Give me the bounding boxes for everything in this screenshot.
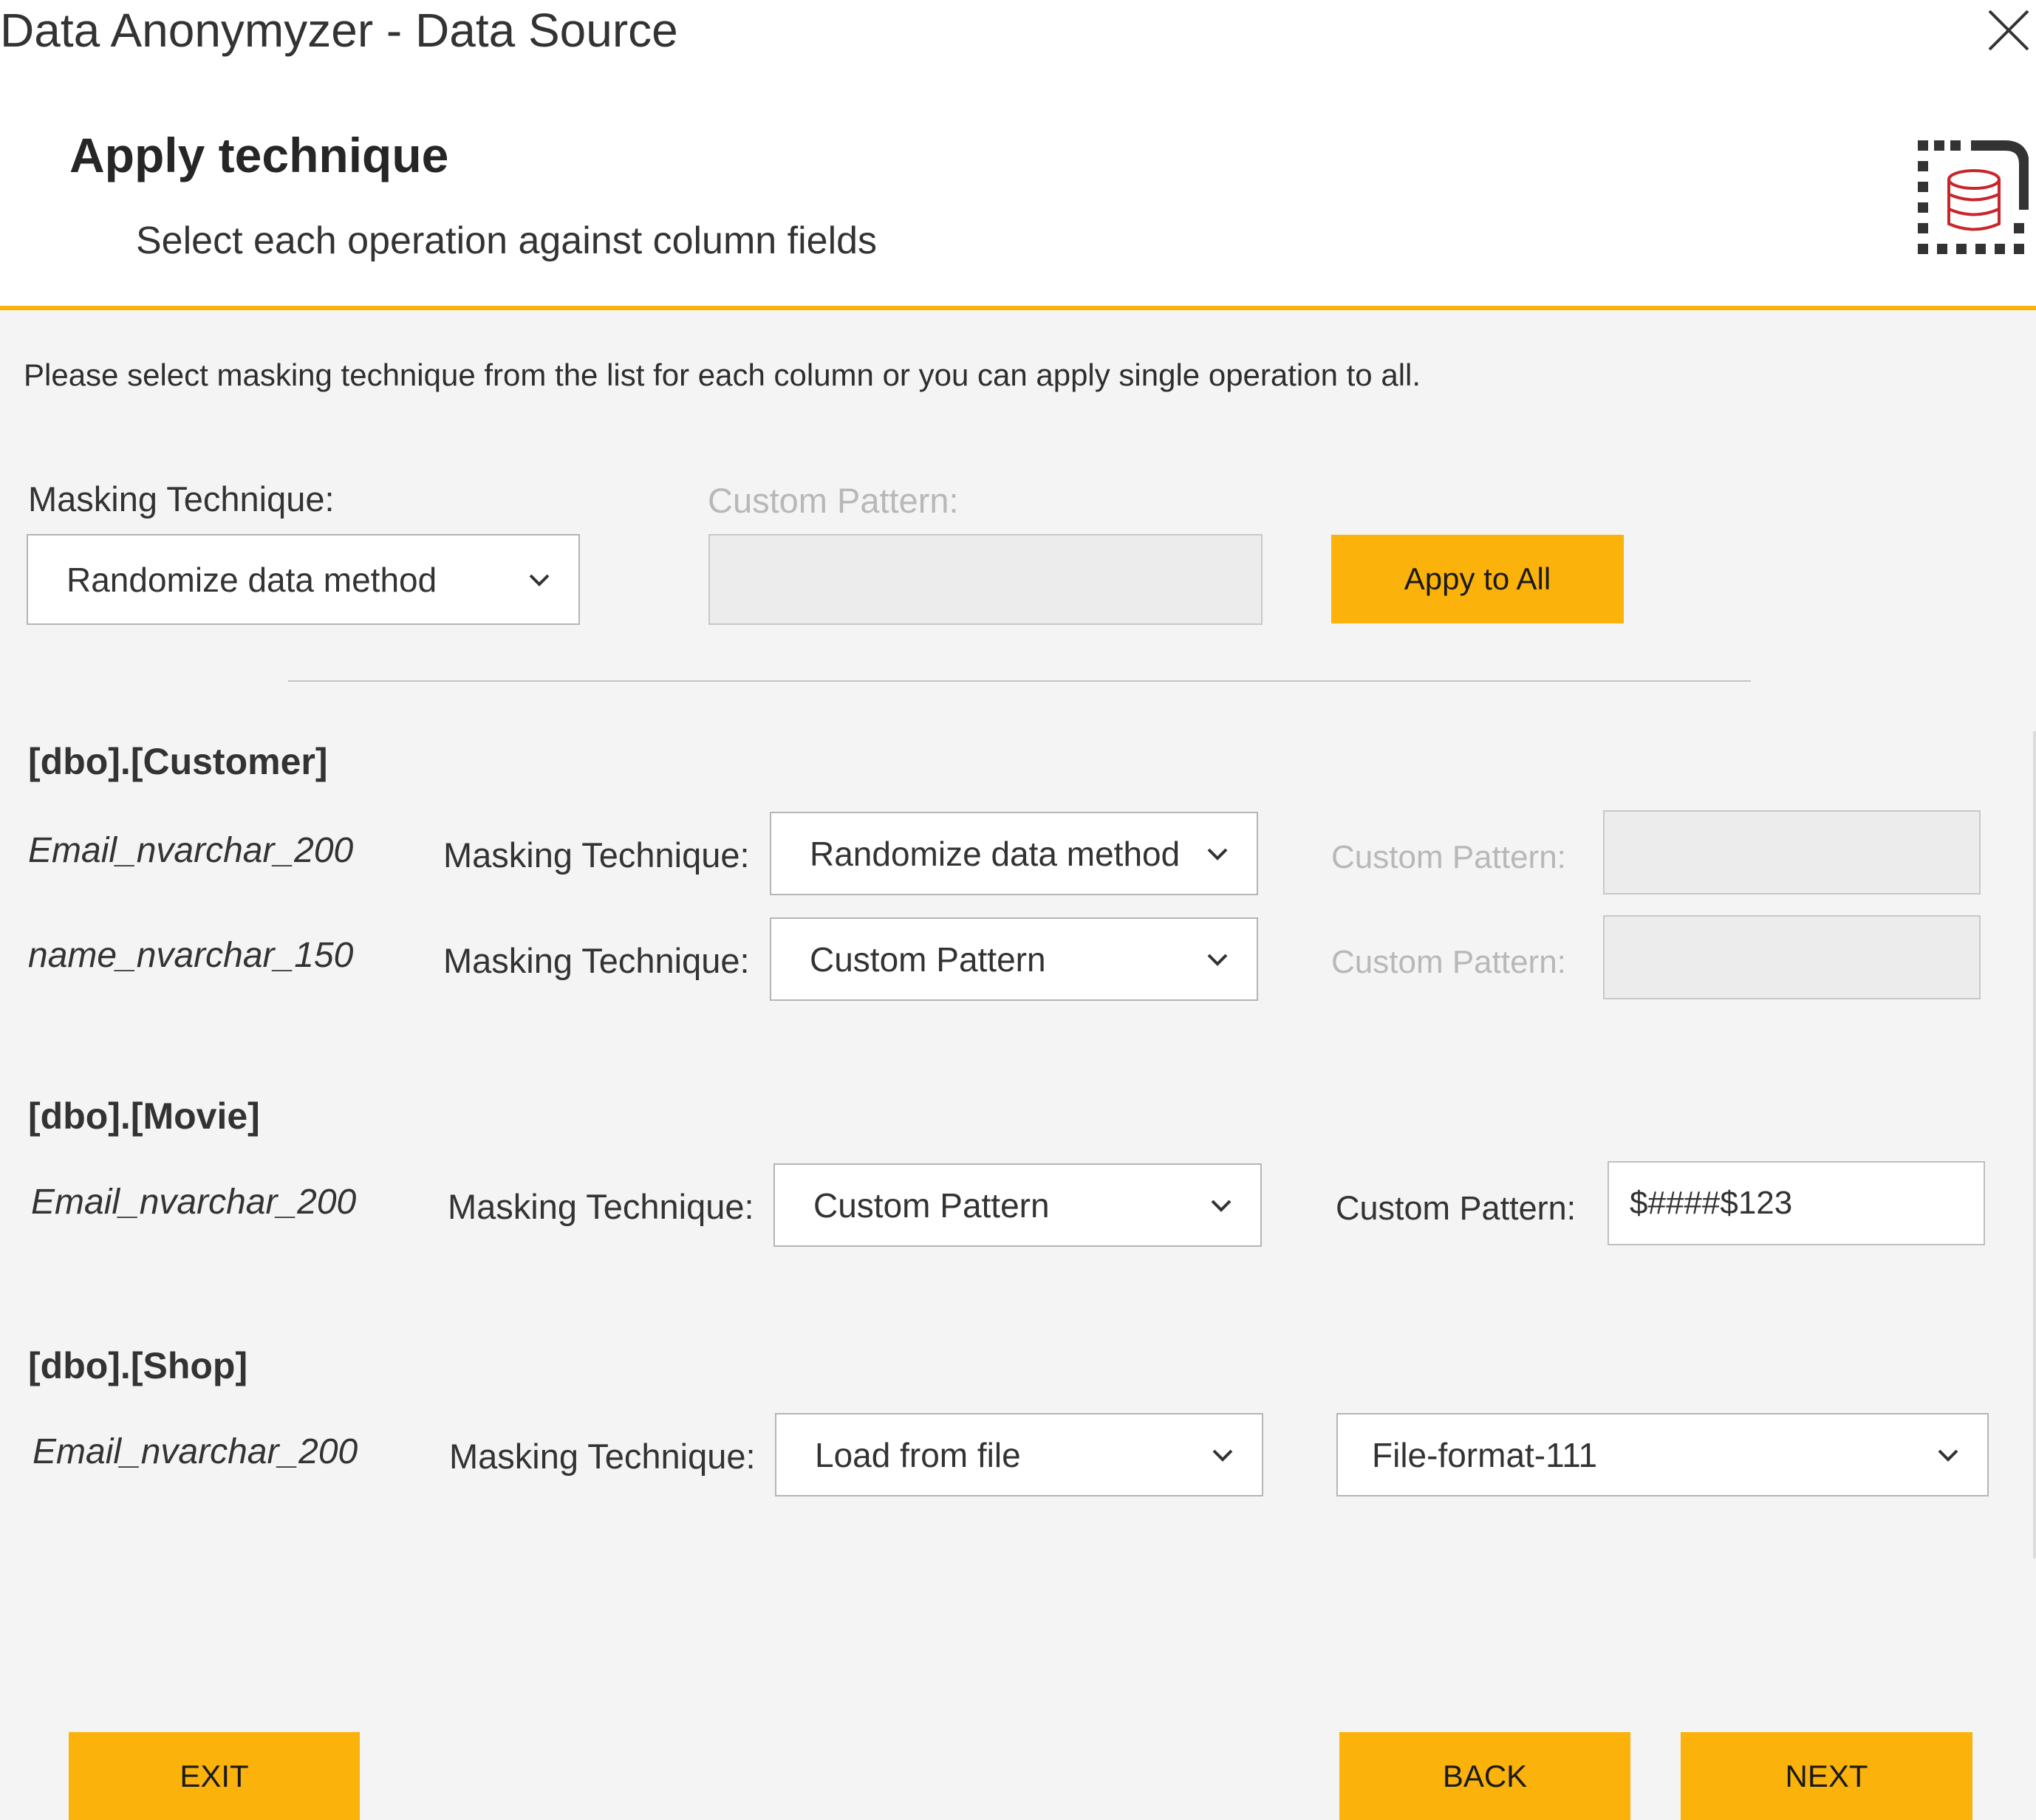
- shop-email-file-value: File-format-111: [1372, 1435, 1598, 1474]
- column-name: name_nvarchar_150: [28, 936, 354, 975]
- apply-to-all-button[interactable]: Appy to All: [1331, 535, 1624, 623]
- movie-email-technique-value: Custom Pattern: [813, 1186, 1050, 1225]
- customer-name-technique-value: Custom Pattern: [810, 940, 1046, 979]
- global-pattern-label: Custom Pattern:: [708, 481, 959, 520]
- global-pattern-input[interactable]: [708, 534, 1263, 625]
- table-name-shop: [dbo].[Shop]: [28, 1345, 248, 1386]
- shop-email-technique-value: Load from file: [815, 1435, 1021, 1474]
- chevron-down-icon: [529, 574, 550, 586]
- table-name-movie: [dbo].[Movie]: [28, 1095, 260, 1137]
- back-button[interactable]: BACK: [1339, 1732, 1630, 1820]
- chevron-down-icon: [1211, 1200, 1231, 1212]
- row-pattern-label: Custom Pattern:: [1331, 839, 1566, 875]
- chevron-down-icon: [1938, 1449, 1958, 1462]
- column-name: Email_nvarchar_200: [28, 831, 354, 870]
- row-technique-label: Masking Technique:: [449, 1437, 756, 1476]
- row-technique-label: Masking Technique:: [443, 941, 750, 980]
- exit-button[interactable]: EXIT: [69, 1732, 360, 1820]
- shop-email-technique-select[interactable]: Load from file: [775, 1413, 1263, 1496]
- row-technique-label: Masking Technique:: [448, 1187, 754, 1226]
- customer-email-technique-select[interactable]: Randomize data method: [770, 812, 1258, 895]
- chevron-down-icon: [1207, 954, 1228, 966]
- row-pattern-label: Custom Pattern:: [1331, 944, 1566, 980]
- customer-name-pattern-input[interactable]: [1603, 915, 1981, 999]
- global-technique-select[interactable]: Randomize data method: [27, 534, 580, 625]
- column-name: Email_nvarchar_200: [31, 1183, 357, 1222]
- customer-name-technique-select[interactable]: Custom Pattern: [770, 917, 1258, 1001]
- movie-email-technique-select[interactable]: Custom Pattern: [773, 1163, 1262, 1247]
- global-technique-value: Randomize data method: [66, 560, 437, 599]
- scrollbar-edge: [2033, 731, 2036, 1559]
- row-pattern-label: Custom Pattern:: [1336, 1189, 1576, 1227]
- close-icon[interactable]: [1987, 9, 2030, 52]
- movie-email-pattern-input[interactable]: $####$123: [1608, 1161, 1985, 1245]
- chevron-down-icon: [1207, 848, 1228, 861]
- customer-email-technique-value: Randomize data method: [810, 834, 1181, 873]
- page-subtitle: Select each operation against column fie…: [136, 219, 878, 262]
- row-technique-label: Masking Technique:: [443, 835, 750, 875]
- header-accent-line: [0, 306, 2036, 310]
- instructions-text: Please select masking technique from the…: [24, 358, 1421, 392]
- next-button[interactable]: NEXT: [1681, 1732, 1972, 1820]
- table-name-customer: [dbo].[Customer]: [28, 741, 328, 782]
- database-logo-icon: [1918, 140, 2029, 254]
- window-title: Data Anonymyzer - Data Source: [0, 4, 678, 57]
- page-title: Apply technique: [69, 128, 449, 182]
- chevron-down-icon: [1212, 1449, 1233, 1462]
- customer-email-pattern-input[interactable]: [1603, 810, 1981, 894]
- section-divider: [288, 680, 1751, 682]
- shop-email-file-select[interactable]: File-format-111: [1336, 1413, 1989, 1496]
- column-name: Email_nvarchar_200: [33, 1432, 358, 1471]
- global-technique-label: Masking Technique:: [28, 479, 335, 519]
